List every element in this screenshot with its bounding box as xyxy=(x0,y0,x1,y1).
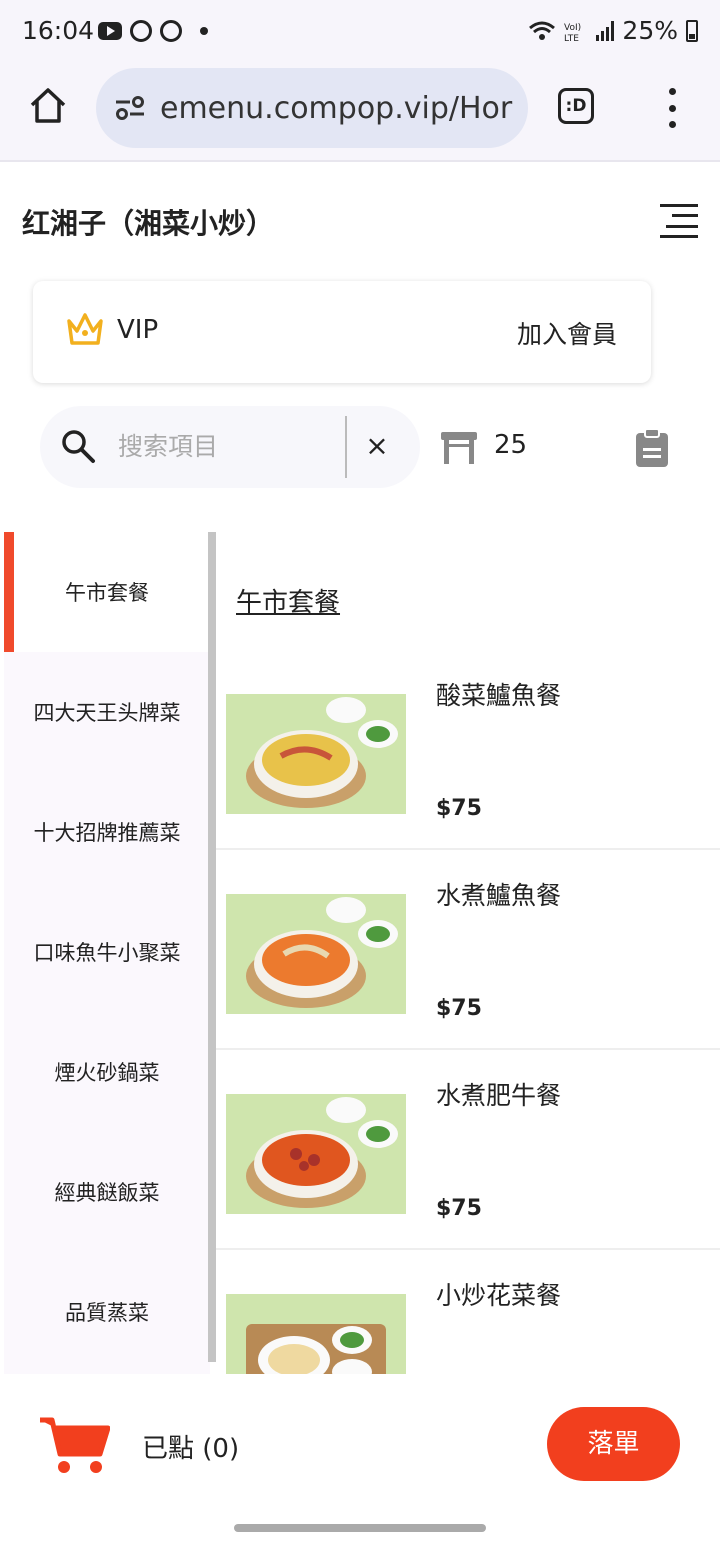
dish-image xyxy=(226,694,406,814)
home-icon[interactable] xyxy=(28,86,68,126)
cart-bar: 已點 (0) 落單 xyxy=(0,1374,720,1544)
order-list-icon[interactable] xyxy=(634,428,670,468)
browser-toolbar: emenu.compop.vip/Hor :D xyxy=(0,64,720,162)
gesture-home-indicator[interactable] xyxy=(234,1524,486,1532)
section-title: 午市套餐 xyxy=(236,588,341,618)
address-bar[interactable]: emenu.compop.vip/Hor xyxy=(96,68,528,148)
search-divider xyxy=(345,416,347,478)
ordered-count-label: 已點 (0) xyxy=(142,1434,240,1464)
dish-name: 酸菜鱸魚餐 xyxy=(436,681,562,710)
menu-icon[interactable] xyxy=(660,204,698,238)
svg-text:LTE: LTE xyxy=(564,34,579,42)
join-member-link[interactable]: 加入會員 xyxy=(517,315,617,351)
category-item-steamed[interactable]: 品質蒸菜 xyxy=(4,1252,210,1372)
more-notifications-icon xyxy=(200,27,208,35)
signal-icon xyxy=(596,20,615,41)
dish-image xyxy=(226,894,406,1014)
tab-switcher-button[interactable]: :D xyxy=(558,88,594,124)
dish-price: $75 xyxy=(436,796,482,821)
category-item-four-kings[interactable]: 四大天王头牌菜 xyxy=(4,652,210,772)
site-settings-icon[interactable] xyxy=(114,95,146,121)
dish-name: 水煮鱸魚餐 xyxy=(436,881,562,910)
dish-card[interactable]: 水煮肥牛餐 $75 xyxy=(216,1050,720,1250)
dish-price: $75 xyxy=(436,1196,482,1221)
search-icon xyxy=(62,430,95,463)
search-box: × xyxy=(40,406,420,488)
crown-icon xyxy=(67,313,103,345)
wifi-icon xyxy=(529,21,556,40)
category-item-fish-beef[interactable]: 口味魚牛小聚菜 xyxy=(4,892,210,1012)
dish-card[interactable]: 水煮鱸魚餐 $75 xyxy=(216,850,720,1050)
app-notification-icon xyxy=(130,20,152,42)
clear-search-button[interactable]: × xyxy=(362,428,392,464)
whatsapp-icon xyxy=(160,20,182,42)
table-icon xyxy=(441,432,477,464)
svg-text:VoI): VoI) xyxy=(564,23,581,33)
category-item-claypot[interactable]: 煙火砂鍋菜 xyxy=(4,1012,210,1132)
battery-percent: 25% xyxy=(622,16,678,45)
url-text: emenu.compop.vip/Hor xyxy=(160,90,513,126)
more-options-icon[interactable] xyxy=(660,88,684,128)
category-sidebar: 午市套餐 四大天王头牌菜 十大招牌推薦菜 口味魚牛小聚菜 煙火砂鍋菜 經典餸飯菜… xyxy=(4,532,210,1374)
sidebar-scrollbar[interactable] xyxy=(208,532,216,1362)
search-input[interactable] xyxy=(118,426,338,466)
status-bar: 16:04 VoI) LTE 25% xyxy=(0,0,720,64)
vip-card[interactable]: VIP 加入會員 xyxy=(33,281,651,383)
restaurant-title: 红湘子（湘菜小炒） xyxy=(22,207,275,240)
youtube-icon xyxy=(98,22,122,40)
dish-name: 水煮肥牛餐 xyxy=(436,1081,562,1110)
volte-icon: VoI)LTE xyxy=(564,23,581,42)
dish-image xyxy=(226,1094,406,1214)
dish-name: 小炒花菜餐 xyxy=(436,1281,562,1310)
category-item-rice-dishes[interactable]: 經典餸飯菜 xyxy=(4,1132,210,1252)
dish-price: $75 xyxy=(436,996,482,1021)
category-item-lunch-set[interactable]: 午市套餐 xyxy=(4,532,210,652)
status-time: 16:04 xyxy=(22,16,95,45)
notification-icons xyxy=(98,20,208,42)
dish-card[interactable]: 酸菜鱸魚餐 $75 xyxy=(216,650,720,850)
table-number: 25 xyxy=(494,430,528,460)
vip-label: VIP xyxy=(117,315,159,345)
battery-icon xyxy=(686,19,698,42)
place-order-button[interactable]: 落單 xyxy=(547,1407,680,1481)
cart-icon[interactable] xyxy=(38,1414,110,1476)
category-item-top-ten[interactable]: 十大招牌推薦菜 xyxy=(4,772,210,892)
system-status: VoI) LTE 25% xyxy=(528,16,698,45)
